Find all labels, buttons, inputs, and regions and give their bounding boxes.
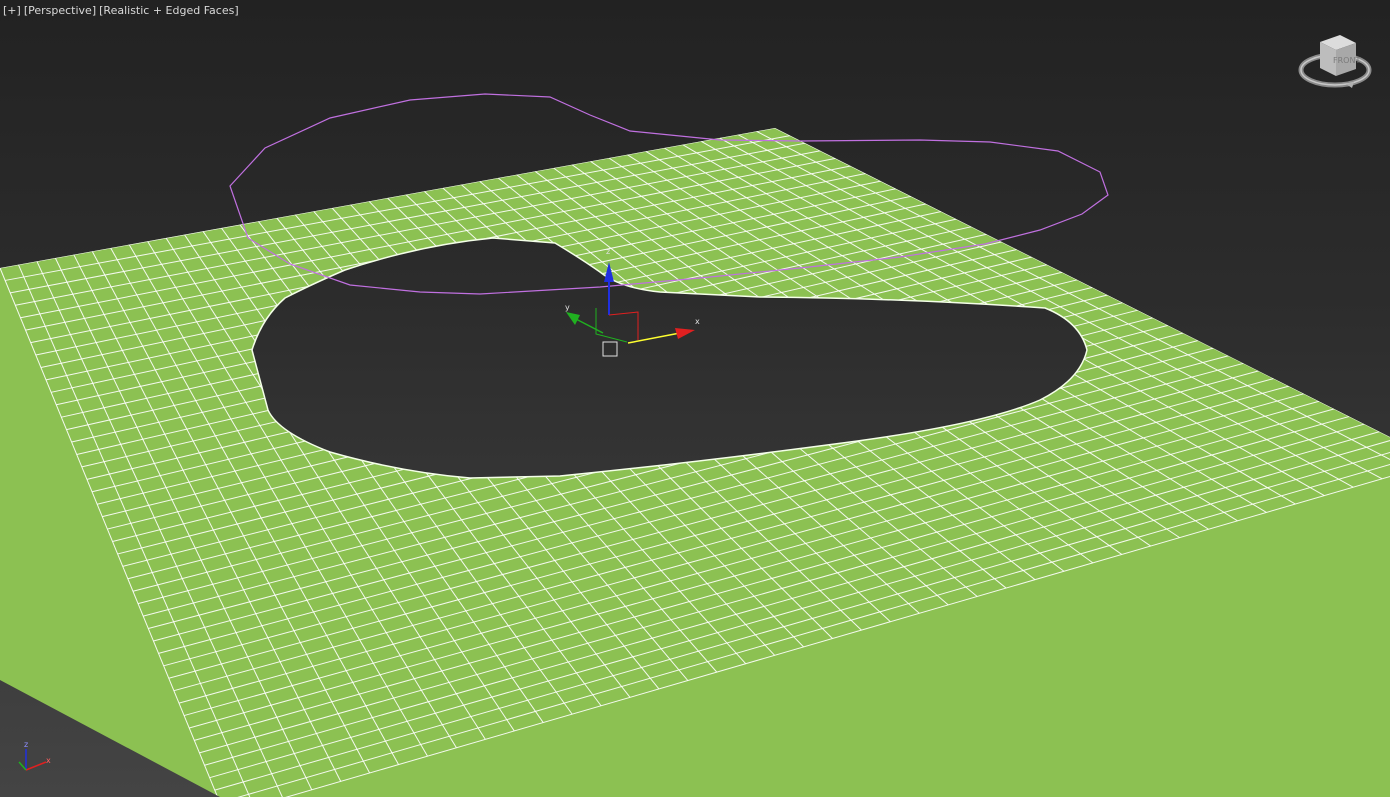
perspective-viewport[interactable]: z x y FRONT z x [+] [Perspective] [Reali… (0, 0, 1390, 797)
world-x-axis (25, 761, 47, 771)
scene-canvas[interactable]: z x y FRONT z x (0, 0, 1390, 797)
shading-label: Realistic + Edged Faces (103, 4, 235, 17)
viewcube[interactable]: FRONT (1298, 35, 1372, 88)
world-y-axis (18, 761, 27, 771)
gizmo-y-label: y (565, 303, 570, 312)
world-z-label: z (24, 740, 28, 749)
world-x-label: x (46, 756, 51, 765)
gizmo-x-label: x (695, 317, 700, 326)
viewcube-face-label: FRONT (1333, 56, 1360, 65)
plane-object[interactable] (0, 128, 1390, 797)
viewport-point-of-view-menu[interactable]: [Perspective] (24, 4, 96, 17)
general-menu-label: + (7, 4, 17, 17)
viewport-general-menu[interactable]: [+] (3, 4, 21, 17)
viewport-shading-menu[interactable]: [Realistic + Edged Faces] (99, 4, 239, 17)
viewport-label-menu: [+] [Perspective] [Realistic + Edged Fac… (3, 4, 239, 17)
point-of-view-label: Perspective (28, 4, 92, 17)
gizmo-z-label: z (606, 247, 610, 256)
world-axis-tripod: z x (18, 740, 51, 771)
plane-surface[interactable] (0, 128, 1390, 797)
